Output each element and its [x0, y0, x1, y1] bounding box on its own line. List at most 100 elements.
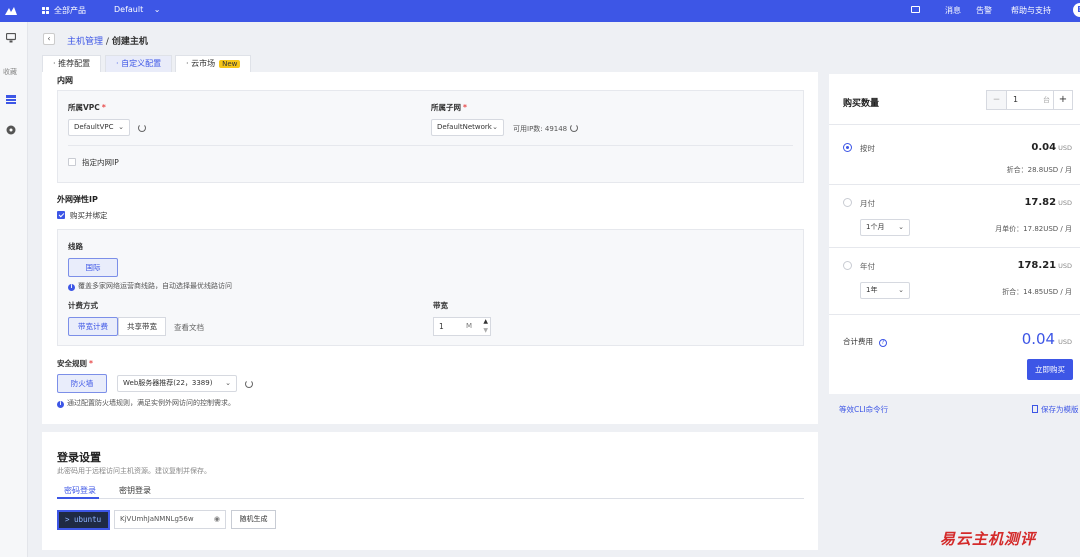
hourly-label: 按时 — [860, 144, 875, 153]
nav-messages[interactable]: 消息 — [945, 5, 961, 16]
yearly-price-sub: 折合：14.85USD / 月 — [1002, 288, 1072, 296]
top-navigation-bar: 全部产品 Default ⌄ 消息 告警 帮助与支持 E — [0, 0, 1080, 22]
breadcrumb-separator: / — [105, 37, 109, 47]
tab-password-login[interactable]: 密码登录 — [64, 485, 96, 496]
cli-command-link[interactable]: 等效CLI命令行 — [839, 404, 888, 415]
vpc-select[interactable]: DefaultVPC ⌄ — [68, 119, 130, 136]
bandwidth-value: 1 — [439, 322, 444, 331]
buy-now-button[interactable]: 立即购买 — [1027, 359, 1073, 380]
firewall-button[interactable]: 防火墙 — [57, 374, 107, 393]
specify-ip-label: 指定内网IP — [82, 158, 119, 167]
left-sidebar: 收藏 — [0, 22, 28, 557]
bind-eip-checkbox[interactable] — [57, 211, 65, 219]
all-products-menu[interactable]: 全部产品 — [42, 5, 86, 16]
generate-password-button[interactable]: 随机生成 — [231, 510, 276, 529]
document-icon — [1032, 405, 1038, 413]
total-price: 0.04 USD — [1021, 330, 1072, 348]
subnet-label: 所属子网 * — [431, 103, 467, 112]
billing-shared-bandwidth-button[interactable]: 共享带宽 — [118, 317, 166, 336]
divider — [829, 314, 1080, 315]
nav-help-support[interactable]: 帮助与支持 — [1011, 5, 1051, 16]
nav-alerts[interactable]: 告警 — [976, 5, 992, 16]
hourly-price: 0.04 USD — [1031, 142, 1072, 153]
decrement-icon[interactable]: ▼ — [483, 327, 488, 335]
brand-logo-icon[interactable] — [4, 4, 18, 18]
yearly-label: 年付 — [860, 262, 875, 271]
chevron-down-icon: ⌄ — [153, 5, 161, 14]
config-card: 内网 所属VPC * DefaultVPC ⌄ 所属子网 * DefaultNetwo… — [42, 72, 818, 424]
new-badge: New — [219, 60, 241, 68]
breadcrumb: 主机管理 / 创建主机 — [67, 34, 148, 47]
tab-recommended[interactable]: · 推荐配置 — [42, 55, 102, 72]
quantity-label: 购买数量 — [843, 99, 880, 109]
tab-custom[interactable]: · 自定义配置 — [105, 55, 173, 72]
monthly-label: 月付 — [860, 199, 875, 208]
bandwidth-stepper[interactable]: 1 M ▲ ▼ — [433, 317, 491, 336]
login-title: 登录设置 — [57, 451, 101, 464]
billing-label: 计费方式 — [68, 301, 98, 310]
intranet-box: 所属VPC * DefaultVPC ⌄ 所属子网 * DefaultNetwork ⌄… — [57, 90, 804, 183]
info-icon: i — [68, 284, 75, 291]
hourly-price-sub: 折合：28.8USD / 月 — [1006, 166, 1072, 174]
list-icon[interactable] — [6, 95, 16, 105]
monthly-duration-select[interactable]: 1个月 ⌄ — [860, 219, 910, 236]
subnet-select[interactable]: DefaultNetwork ⌄ — [431, 119, 504, 136]
specify-ip-checkbox[interactable] — [68, 158, 76, 166]
password-input[interactable]: KjVUmhJaNMNLg56w ◉ — [114, 510, 226, 529]
back-button[interactable]: ‹ — [43, 33, 55, 45]
all-products-label: 全部产品 — [54, 6, 86, 15]
total-label: 合计费用? — [843, 336, 887, 347]
quantity-stepper[interactable]: − 1 台 + — [986, 90, 1073, 110]
firewall-rule-select[interactable]: Web服务器推荐(22，3389) ⌄ — [117, 375, 237, 392]
info-icon: i — [57, 401, 64, 408]
yearly-radio[interactable] — [843, 261, 852, 270]
refresh-vpc-icon[interactable] — [138, 124, 146, 132]
chevron-down-icon: ⌄ — [225, 379, 231, 387]
increment-button[interactable]: + — [1053, 91, 1072, 109]
refresh-rules-icon[interactable] — [245, 380, 253, 388]
yearly-price: 178.21 USD — [1017, 260, 1072, 271]
save-template-link[interactable]: 保存为模版 — [1032, 404, 1079, 415]
bandwidth-unit: M — [466, 322, 473, 330]
monthly-price: 17.82 USD — [1024, 197, 1072, 208]
mail-icon[interactable] — [911, 6, 920, 13]
line-hint: i 覆盖多家网络运营商线路，自动选择最优线路访问 — [68, 281, 232, 291]
monitor-icon[interactable] — [6, 33, 16, 43]
monthly-price-sub: 月单价：17.82USD / 月 — [995, 225, 1072, 233]
view-docs-link[interactable]: 查看文档 — [174, 322, 204, 333]
breadcrumb-parent-link[interactable]: 主机管理 — [67, 37, 103, 47]
divider — [829, 184, 1080, 185]
hourly-radio[interactable] — [843, 143, 852, 152]
eye-icon[interactable]: ◉ — [214, 511, 220, 528]
quantity-value: 1 — [1013, 95, 1019, 104]
monthly-radio[interactable] — [843, 198, 852, 207]
security-hint: i 通过配置防火墙规则，满足实例外网访问的控制需求。 — [57, 398, 235, 408]
divider — [829, 124, 1080, 125]
tab-marketplace[interactable]: · 云市场 New — [175, 55, 252, 72]
help-icon[interactable]: ? — [879, 339, 887, 347]
line-international-button[interactable]: 国际 — [68, 258, 118, 277]
page-title: 创建主机 — [111, 37, 148, 47]
tab-key-login[interactable]: 密钥登录 — [119, 485, 151, 496]
chevron-down-icon: ⌄ — [492, 123, 498, 131]
eip-box: 线路 国际 i 覆盖多家网络运营商线路，自动选择最优线路访问 计费方式 带宽计费 … — [57, 229, 804, 346]
intranet-title: 内网 — [57, 76, 73, 85]
bind-eip-label: 购买并绑定 — [70, 211, 108, 220]
security-title: 安全规则 * — [57, 359, 93, 368]
refresh-subnet-icon[interactable] — [570, 124, 578, 132]
decrement-button[interactable]: − — [987, 91, 1007, 109]
quantity-unit: 台 — [1043, 96, 1050, 104]
avatar[interactable]: E — [1073, 3, 1080, 17]
username-field: > ubuntu — [57, 510, 110, 530]
tabs-underline — [57, 498, 804, 499]
increment-icon[interactable]: ▲ — [483, 318, 488, 326]
purchase-panel: 购买数量 − 1 台 + 按时 0.04 USD 折合：28.8USD / 月 月… — [829, 74, 1080, 394]
favorites-label[interactable]: 收藏 — [3, 67, 17, 77]
billing-bandwidth-button[interactable]: 带宽计费 — [68, 317, 118, 336]
divider — [829, 247, 1080, 248]
yearly-duration-select[interactable]: 1年 ⌄ — [860, 282, 910, 299]
eip-title: 外网弹性IP — [57, 195, 98, 204]
gauge-icon[interactable] — [6, 125, 16, 135]
project-selector[interactable]: Default ⌄ — [114, 5, 160, 14]
line-label: 线路 — [68, 242, 83, 251]
